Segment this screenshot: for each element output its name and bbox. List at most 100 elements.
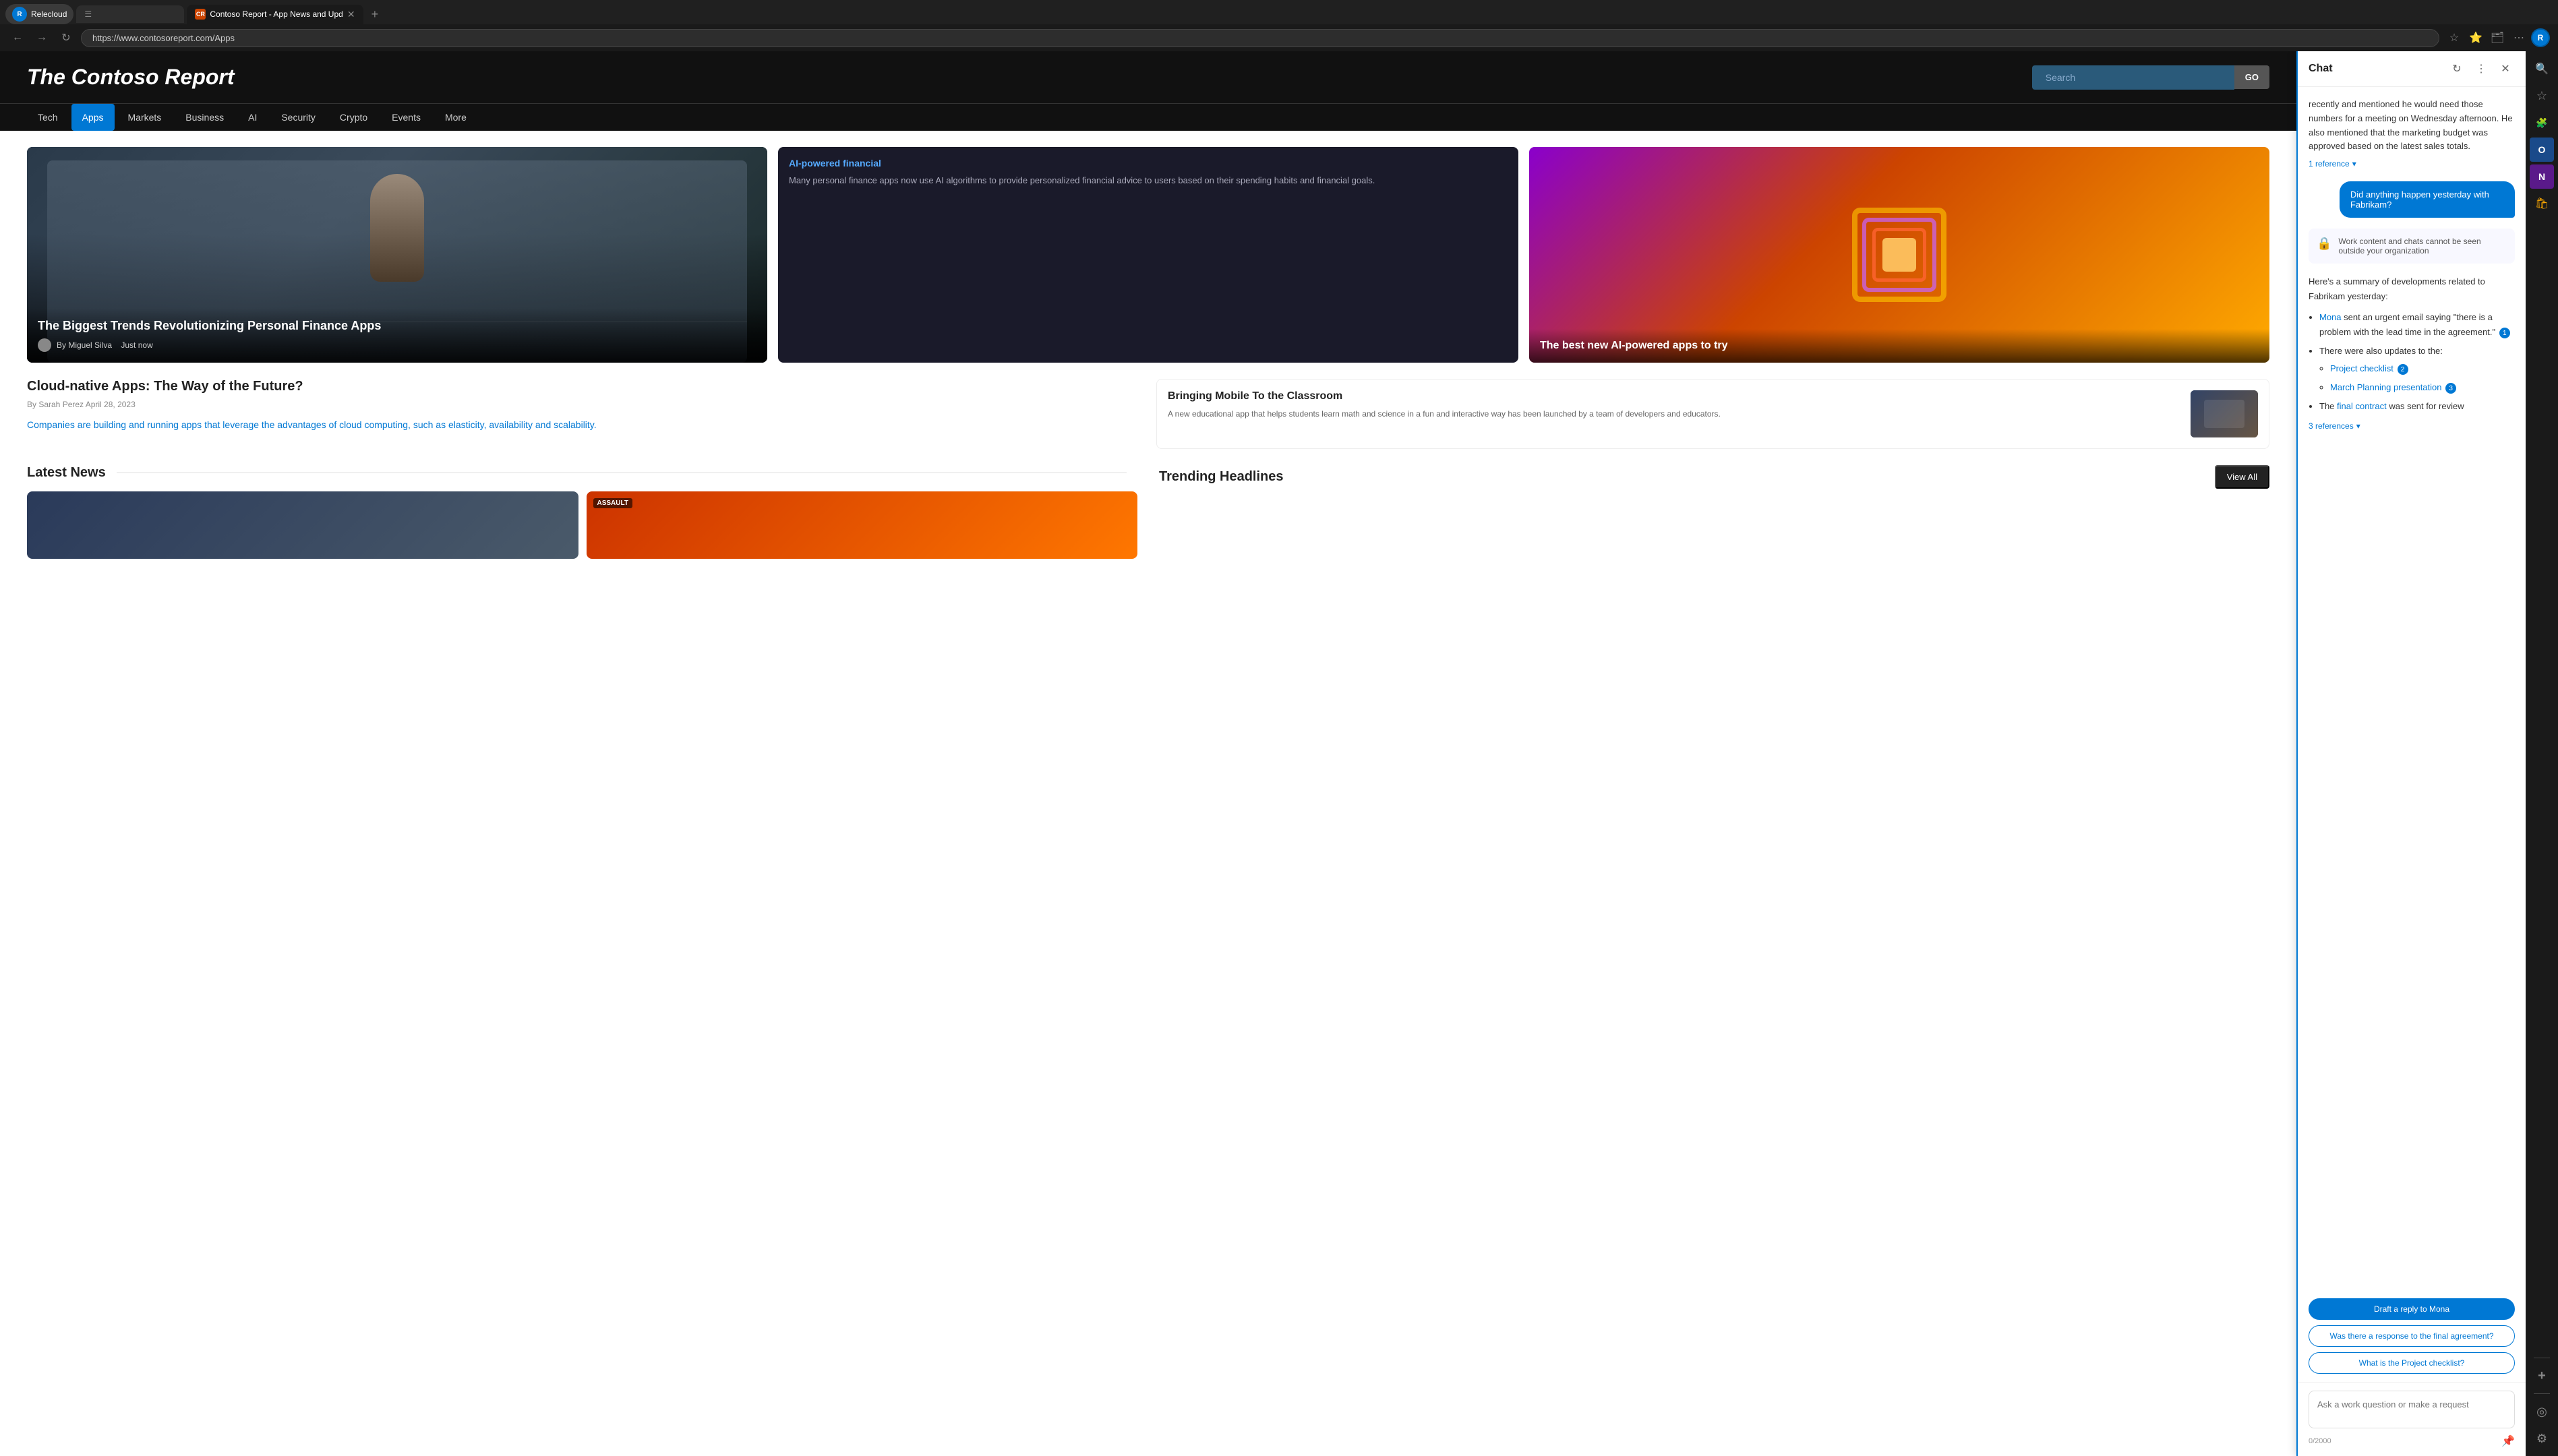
tab-close-button[interactable]: ✕ bbox=[347, 9, 355, 20]
nav-business[interactable]: Business bbox=[175, 104, 235, 131]
author-info: By Miguel Silva Just now bbox=[57, 340, 153, 350]
favorites-icon[interactable]: ☆ bbox=[2530, 84, 2554, 108]
featured-grid: The Biggest Trends Revolutionizing Perso… bbox=[27, 147, 2269, 363]
featured-main-article[interactable]: The Biggest Trends Revolutionizing Perso… bbox=[27, 147, 767, 363]
featured-right-overlay: The best new AI-powered apps to try bbox=[1529, 329, 2269, 363]
add-extension-button[interactable]: + bbox=[2530, 1364, 2554, 1388]
nav-more[interactable]: More bbox=[434, 104, 477, 131]
latest-news-header: Latest News bbox=[27, 465, 1137, 481]
send-button[interactable]: 📌 bbox=[2501, 1434, 2515, 1448]
final-contract-link[interactable]: final contract bbox=[2337, 401, 2387, 411]
site-search: GO bbox=[2032, 65, 2269, 90]
reference-bar-3[interactable]: 3 references ▾ bbox=[2309, 419, 2515, 433]
article-body: Companies are building and running apps … bbox=[27, 417, 1140, 433]
search-button[interactable]: GO bbox=[2234, 65, 2269, 89]
security-notice: 🔒 Work content and chats cannot be seen … bbox=[2309, 229, 2515, 264]
suggested-actions: Draft a reply to Mona Was there a respon… bbox=[2298, 1296, 2526, 1382]
nav-ai[interactable]: AI bbox=[237, 104, 268, 131]
view-all-button[interactable]: View All bbox=[2215, 465, 2269, 489]
extensions-icon[interactable]: 🧩 bbox=[2530, 111, 2554, 135]
settings-icon[interactable]: ⚙ bbox=[2530, 1426, 2554, 1451]
chat-messages: recently and mentioned he would need tho… bbox=[2298, 87, 2526, 1296]
collections-icon[interactable]: 🗂 bbox=[2488, 28, 2507, 47]
news-article-image bbox=[2191, 390, 2258, 437]
nav-apps[interactable]: Apps bbox=[71, 104, 115, 131]
sub-bullet-1: Project checklist 2 bbox=[2330, 361, 2515, 376]
ref-1: 1 bbox=[2499, 328, 2510, 338]
chat-refresh-button[interactable]: ↻ bbox=[2447, 59, 2466, 78]
shopping-icon[interactable]: 🛍 bbox=[2530, 191, 2554, 216]
article-meta: By Sarah Perez April 28, 2023 bbox=[27, 400, 1140, 409]
bullet-2: There were also updates to the: Project … bbox=[2319, 344, 2515, 395]
onenote-icon[interactable]: N bbox=[2530, 164, 2554, 189]
tab-bar: R Relecloud ☰ CR Contoso Report - App Ne… bbox=[0, 0, 2558, 24]
chat-more-button[interactable]: ⋮ bbox=[2472, 59, 2491, 78]
favorites-icon[interactable]: ⭐ bbox=[2466, 28, 2485, 47]
trending-title: Trending Headlines bbox=[1159, 469, 1283, 485]
bottom-section: Latest News ASSAULT Trending Headlines V… bbox=[27, 465, 2269, 559]
trending-headlines-section: Trending Headlines View All bbox=[1159, 465, 2269, 559]
bullet-1-text: sent an urgent email saying "there is a … bbox=[2319, 312, 2495, 337]
more-tools-icon[interactable]: ⋯ bbox=[2509, 28, 2528, 47]
chat-input[interactable] bbox=[2309, 1391, 2515, 1428]
search-icon[interactable]: 🔍 bbox=[2530, 57, 2554, 81]
tab-active[interactable]: CR Contoso Report - App News and Upd ✕ bbox=[187, 5, 363, 24]
chat-sidebar: Chat ↻ ⋮ ✕ recently and mentioned he wou… bbox=[2296, 51, 2526, 1456]
reference-bar-1[interactable]: 1 reference ▾ bbox=[2309, 158, 2515, 171]
featured-right-article[interactable]: The best new AI-powered apps to try bbox=[1529, 147, 2269, 363]
bullet-3-suffix: was sent for review bbox=[2389, 401, 2464, 411]
assistant-message-2: Here's a summary of developments related… bbox=[2309, 274, 2515, 433]
site-body: The Biggest Trends Revolutionizing Perso… bbox=[0, 131, 2296, 575]
tab-favicon: CR bbox=[195, 9, 206, 20]
bullet-3-text: The bbox=[2319, 401, 2337, 411]
main-article-card[interactable]: Cloud-native Apps: The Way of the Future… bbox=[27, 379, 1140, 449]
user-message-1: Did anything happen yesterday with Fabri… bbox=[2340, 181, 2515, 218]
news-article-body: A new educational app that helps student… bbox=[1168, 408, 1721, 421]
content-area: Cloud-native Apps: The Way of the Future… bbox=[27, 379, 2269, 449]
chevron-down-icon-2: ▾ bbox=[2356, 419, 2360, 433]
site-navigation: Tech Apps Markets Business AI Security C… bbox=[0, 103, 2296, 131]
browser-content: The Contoso Report GO Tech Apps Markets … bbox=[0, 51, 2558, 1456]
news-article-card[interactable]: Bringing Mobile To the Classroom A new e… bbox=[1156, 379, 2269, 449]
nav-security[interactable]: Security bbox=[270, 104, 326, 131]
nav-crypto[interactable]: Crypto bbox=[329, 104, 378, 131]
featured-author: By Miguel Silva Just now bbox=[38, 338, 756, 352]
project-checklist-link[interactable]: Project checklist bbox=[2330, 363, 2393, 373]
mona-link[interactable]: Mona bbox=[2319, 312, 2342, 322]
featured-mid-article[interactable]: AI-powered financial Many personal finan… bbox=[778, 147, 1518, 363]
address-bar: ← → ↻ ☆ ⭐ 🗂 ⋯ R bbox=[0, 24, 2558, 51]
march-planning-link[interactable]: March Planning presentation bbox=[2330, 382, 2442, 392]
featured-mid-title: AI-powered financial bbox=[789, 158, 1508, 169]
featured-main-title: The Biggest Trends Revolutionizing Perso… bbox=[38, 319, 756, 333]
news-thumb-2[interactable]: ASSAULT bbox=[587, 491, 1138, 559]
tab-label: Contoso Report - App News and Upd bbox=[210, 9, 343, 19]
star-icon[interactable]: ☆ bbox=[2445, 28, 2464, 47]
forward-button[interactable]: → bbox=[32, 28, 51, 47]
search-input[interactable] bbox=[2032, 65, 2234, 90]
site-logo: The Contoso Report bbox=[27, 65, 235, 90]
outlook-icon[interactable]: O bbox=[2530, 138, 2554, 162]
final-agreement-button[interactable]: Was there a response to the final agreem… bbox=[2309, 1325, 2515, 1347]
profile-name: Relecloud bbox=[31, 9, 67, 19]
tab-inactive[interactable]: ☰ bbox=[76, 5, 184, 23]
nav-tech[interactable]: Tech bbox=[27, 104, 69, 131]
toolbar-divider-2 bbox=[2534, 1393, 2550, 1394]
new-tab-button[interactable]: + bbox=[366, 5, 384, 24]
refresh-button[interactable]: ↻ bbox=[57, 28, 76, 47]
copilot-button[interactable]: ◎ bbox=[2530, 1399, 2554, 1424]
ref-3: 3 bbox=[2445, 383, 2456, 394]
address-input[interactable] bbox=[81, 29, 2439, 47]
draft-reply-button[interactable]: Draft a reply to Mona bbox=[2309, 1298, 2515, 1320]
back-button[interactable]: ← bbox=[8, 28, 27, 47]
chat-close-button[interactable]: ✕ bbox=[2496, 59, 2515, 78]
site-header: The Contoso Report GO bbox=[0, 51, 2296, 103]
project-checklist-button[interactable]: What is the Project checklist? bbox=[2309, 1352, 2515, 1374]
browser-chrome: R Relecloud ☰ CR Contoso Report - App Ne… bbox=[0, 0, 2558, 51]
bullet-3: The final contract was sent for review bbox=[2319, 399, 2515, 414]
nav-markets[interactable]: Markets bbox=[117, 104, 173, 131]
browser-profile[interactable]: R Relecloud bbox=[5, 4, 73, 24]
sub-bullets: Project checklist 2 March Planning prese… bbox=[2319, 361, 2515, 395]
nav-events[interactable]: Events bbox=[381, 104, 432, 131]
user-profile-button[interactable]: R bbox=[2531, 28, 2550, 47]
news-thumb-1[interactable] bbox=[27, 491, 578, 559]
